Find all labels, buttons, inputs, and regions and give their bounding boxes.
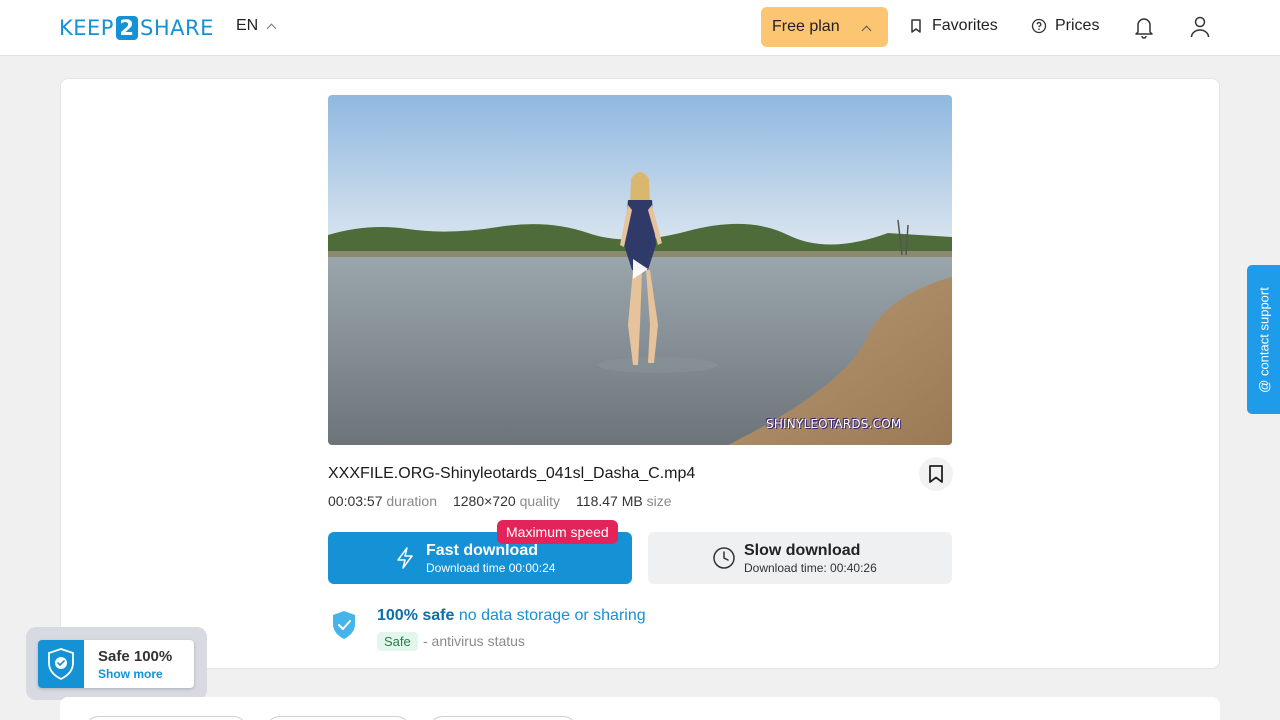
clock-icon xyxy=(713,547,735,569)
bookmark-icon xyxy=(911,19,921,33)
file-name: XXXFILE.ORG-Shinyleotards_041sl_Dasha_C.… xyxy=(328,465,696,482)
help-circle-icon xyxy=(1031,18,1047,34)
safety-headline-rest: no data storage or sharing xyxy=(458,607,646,624)
safe-status-badge: Safe xyxy=(377,632,418,651)
free-plan-button[interactable]: Free plan xyxy=(761,7,888,47)
bottom-tab-pill[interactable] xyxy=(265,716,411,720)
prices-link[interactable]: Prices xyxy=(1031,17,1099,35)
chevron-up-icon xyxy=(266,23,277,33)
add-to-favorites-button[interactable] xyxy=(919,457,953,491)
logo-text-left: KEEP xyxy=(59,16,114,40)
bookmark-icon xyxy=(929,465,943,483)
size-value: 118.47 MB xyxy=(576,493,643,509)
chevron-up-icon xyxy=(861,25,872,36)
contact-support-label: @ contact support xyxy=(1256,286,1271,393)
slow-download-button[interactable]: Slow download Download time: 00:40:26 xyxy=(648,532,952,584)
safe-widget[interactable]: Safe 100% Show more xyxy=(26,627,207,700)
play-icon[interactable] xyxy=(633,259,648,279)
bottom-tab-pill[interactable] xyxy=(428,716,578,720)
free-plan-label: Free plan xyxy=(772,18,840,35)
duration-info: 00:03:57 duration xyxy=(328,493,437,509)
lightning-icon xyxy=(397,547,413,569)
bottom-card xyxy=(60,697,1220,720)
bell-icon[interactable] xyxy=(1133,15,1155,39)
user-icon[interactable] xyxy=(1189,15,1211,39)
safe-shield-icon xyxy=(38,640,84,688)
safe-widget-title: Safe 100% xyxy=(98,648,173,665)
keep2share-logo[interactable]: KEEP 2 SHARE xyxy=(59,14,214,42)
prices-label: Prices xyxy=(1055,17,1100,34)
favorites-label: Favorites xyxy=(932,17,998,34)
shield-check-icon xyxy=(333,611,355,639)
size-info: 118.47 MB size xyxy=(576,493,671,509)
contact-support-tab[interactable]: @ contact support xyxy=(1247,265,1280,414)
video-watermark: SHINYLEOTARDS.COM xyxy=(766,417,902,431)
fast-download-time: Download time 00:00:24 xyxy=(426,561,556,575)
quality-value: 1280×720 xyxy=(452,493,516,509)
antivirus-status-text: - antivirus status xyxy=(423,633,525,649)
safety-headline: 100% safe no data storage or sharing xyxy=(377,607,646,625)
slow-download-title: Slow download xyxy=(744,542,861,559)
safe-widget-card: Safe 100% Show more xyxy=(38,640,194,688)
safe-widget-show-more-link[interactable]: Show more xyxy=(98,667,163,681)
duration-label: duration xyxy=(386,493,437,509)
logo-number: 2 xyxy=(115,16,138,40)
duration-value: 00:03:57 xyxy=(328,493,383,509)
slow-download-time: Download time: 00:40:26 xyxy=(744,561,877,575)
maximum-speed-badge: Maximum speed xyxy=(497,520,618,544)
fast-download-title: Fast download xyxy=(426,542,538,559)
file-meta: 00:03:57 duration 1280×720 quality 118.4… xyxy=(328,493,672,509)
language-label: EN xyxy=(236,17,259,34)
safety-headline-bold: 100% safe xyxy=(377,607,455,624)
top-header: KEEP 2 SHARE EN Free plan Favorites Prices xyxy=(0,0,1280,56)
quality-label: quality xyxy=(519,493,561,509)
size-label: size xyxy=(646,493,672,509)
language-selector[interactable]: EN xyxy=(236,17,277,35)
quality-info: 1280×720 quality xyxy=(453,493,560,509)
bottom-tab-pill[interactable] xyxy=(84,716,248,720)
favorites-link[interactable]: Favorites xyxy=(908,17,998,35)
logo-text-right: SHARE xyxy=(139,16,214,40)
